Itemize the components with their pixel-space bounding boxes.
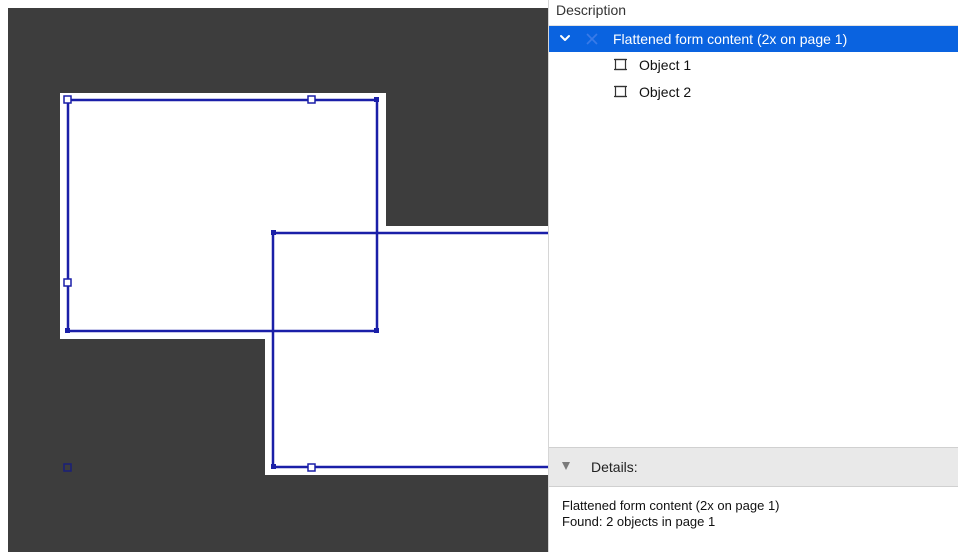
disclosure-triangle-icon[interactable] [561, 461, 571, 471]
corner-point [374, 97, 379, 102]
corner-point [374, 328, 379, 333]
handle-bottom-mid[interactable] [307, 463, 316, 472]
corner-point [271, 230, 276, 235]
anchor-handle[interactable] [63, 463, 72, 472]
object-icon [614, 85, 627, 98]
canvas-drawing [60, 93, 548, 475]
details-disclosure[interactable]: Details: [549, 447, 958, 487]
details-line: Flattened form content (2x on page 1) [562, 498, 780, 513]
tree-item-label: Object 2 [639, 84, 692, 100]
description-panel: Description Flattened form content (2x o… [548, 0, 958, 552]
tree-item-label: Object 1 [639, 57, 692, 73]
canvas-preview[interactable] [8, 8, 548, 552]
corner-point [65, 328, 70, 333]
tree-item-label: Flattened form content (2x on page 1) [613, 31, 848, 47]
object-icon [614, 58, 627, 71]
chevron-down-icon[interactable] [558, 30, 572, 46]
details-text-area[interactable]: Flattened form content (2x on page 1) Fo… [549, 487, 958, 552]
column-header-label: Description [556, 2, 627, 18]
tree-item-flattened-form-content[interactable]: Flattened form content (2x on page 1) [549, 26, 958, 52]
tree-item-object-1[interactable]: Object 1 [549, 52, 958, 78]
column-header[interactable]: Description [549, 0, 958, 26]
tree-item-object-2[interactable]: Object 2 [549, 79, 958, 105]
handle-top-left[interactable] [63, 95, 72, 104]
page-fill-2 [265, 226, 548, 475]
handle-left-mid[interactable] [63, 278, 72, 287]
flatten-icon [586, 33, 598, 45]
handle-top-mid[interactable] [307, 95, 316, 104]
details-label: Details: [591, 459, 638, 475]
details-line: Found: 2 objects in page 1 [562, 514, 716, 529]
corner-point [271, 464, 276, 469]
